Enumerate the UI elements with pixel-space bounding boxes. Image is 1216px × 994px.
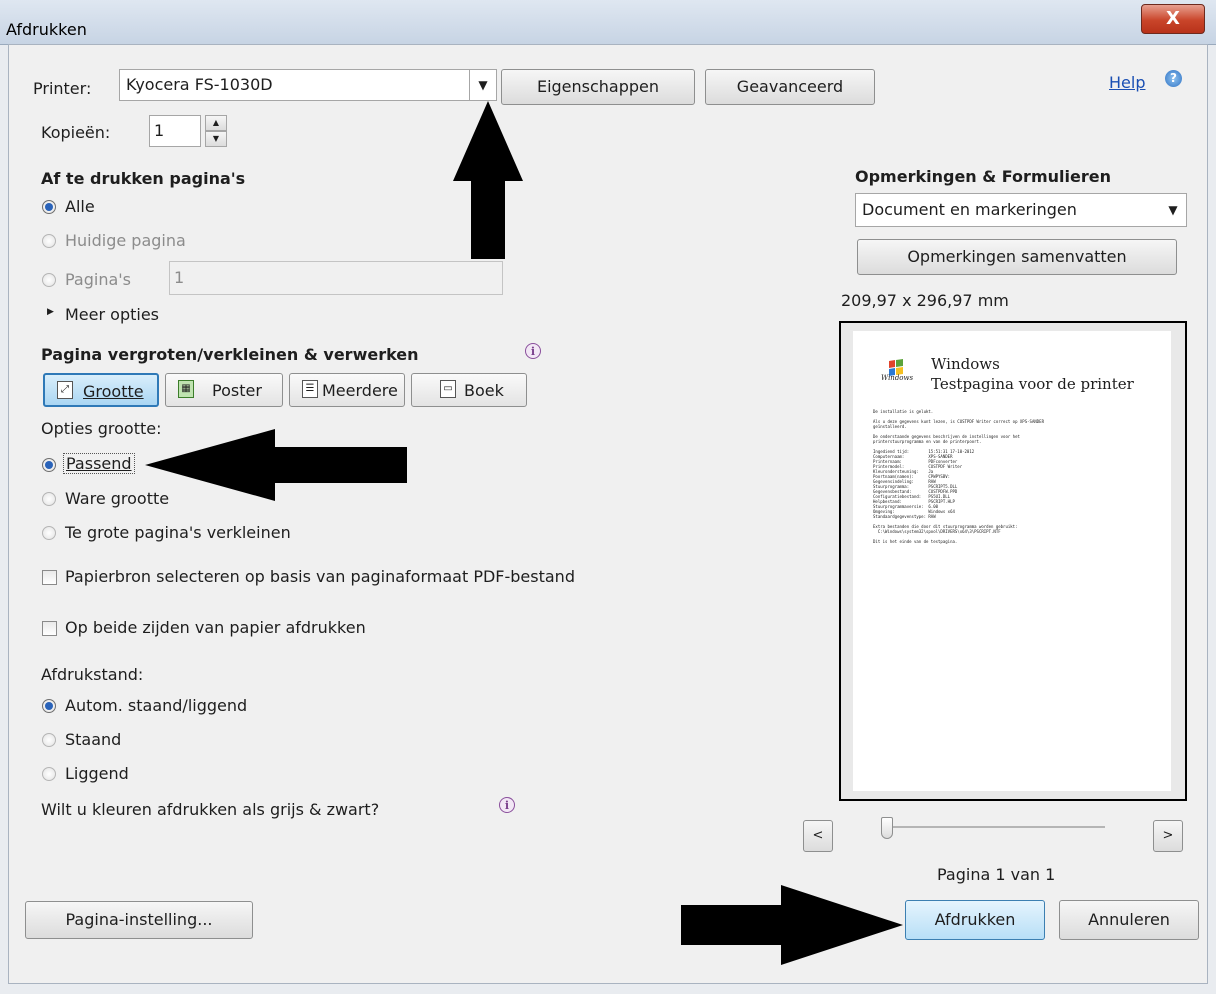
pages-heading: Af te drukken pagina's bbox=[41, 169, 246, 188]
printer-label: Printer: bbox=[33, 79, 92, 98]
triangle-right-icon[interactable]: ▶ bbox=[47, 307, 54, 317]
chevron-down-icon[interactable]: ▼ bbox=[1160, 194, 1186, 226]
orientation-auto-radio[interactable] bbox=[42, 699, 56, 713]
title-bar: Afdrukken X bbox=[0, 0, 1216, 45]
copies-label: Kopieën: bbox=[41, 123, 111, 142]
page-slider-thumb[interactable] bbox=[881, 817, 893, 839]
duplex-checkbox[interactable] bbox=[42, 621, 57, 636]
help-link[interactable]: Help bbox=[1109, 73, 1145, 92]
preview-page: Windows Windows Testpagina voor de print… bbox=[853, 331, 1171, 791]
testpage-line: printerstuurprogramma en van de printerp… bbox=[873, 439, 982, 444]
print-button[interactable]: Afdrukken bbox=[905, 900, 1045, 940]
pages-current-label[interactable]: Huidige pagina bbox=[65, 231, 186, 250]
testpage-line: C:\Windows\system32\spool\DRIVERS\x64\3\… bbox=[873, 529, 1001, 534]
pages-all-label[interactable]: Alle bbox=[65, 197, 95, 216]
tab-meerdere-label: Meerdere bbox=[322, 381, 398, 400]
orientation-portrait-label[interactable]: Staand bbox=[65, 730, 121, 749]
pages-range-radio[interactable] bbox=[42, 273, 56, 287]
resize-icon: ⤢ bbox=[57, 381, 73, 399]
testpage-title-line2: Testpagina voor de printer bbox=[931, 375, 1134, 393]
testpage-line: geïnstalleerd. bbox=[873, 424, 907, 429]
copies-input[interactable]: 1 bbox=[149, 115, 201, 147]
properties-button[interactable]: Eigenschappen bbox=[501, 69, 695, 105]
grayscale-question: Wilt u kleuren afdrukken als grijs & zwa… bbox=[41, 800, 380, 819]
close-button[interactable]: X bbox=[1141, 4, 1205, 34]
pages-all-radio[interactable] bbox=[42, 200, 56, 214]
black-arrow-icon bbox=[681, 885, 903, 965]
comments-selected-value: Document en markeringen bbox=[862, 200, 1077, 219]
duplex-label[interactable]: Op beide zijden van papier afdrukken bbox=[65, 618, 366, 637]
windows-logo-icon: Windows bbox=[881, 359, 914, 382]
orientation-auto-label[interactable]: Autom. staand/liggend bbox=[65, 696, 247, 715]
comments-select[interactable]: Document en markeringen ▼ bbox=[855, 193, 1187, 227]
black-arrow-icon bbox=[145, 429, 407, 501]
page-indicator: Pagina 1 van 1 bbox=[937, 865, 1056, 884]
poster-icon: ▦ bbox=[178, 380, 194, 398]
tab-poster[interactable]: ▦ Poster bbox=[165, 373, 283, 407]
orientation-label: Afdrukstand: bbox=[41, 665, 144, 684]
print-dialog: Printer: Kyocera FS-1030D ▼ Eigenschappe… bbox=[8, 44, 1208, 984]
paper-source-label[interactable]: Papierbron selecteren op basis van pagin… bbox=[65, 567, 575, 586]
pages-range-input[interactable]: 1 bbox=[169, 261, 503, 295]
window-title: Afdrukken bbox=[6, 20, 87, 39]
copies-down-icon[interactable]: ▼ bbox=[205, 131, 227, 147]
cancel-button[interactable]: Annuleren bbox=[1059, 900, 1199, 940]
more-options-link[interactable]: Meer opties bbox=[65, 305, 159, 324]
pages-range-label[interactable]: Pagina's bbox=[65, 270, 131, 289]
page-slider-track[interactable] bbox=[887, 826, 1105, 828]
black-arrow-icon bbox=[453, 101, 523, 259]
pages-current-radio[interactable] bbox=[42, 234, 56, 248]
paper-dimensions: 209,97 x 296,97 mm bbox=[841, 291, 1009, 310]
summarize-comments-button[interactable]: Opmerkingen samenvatten bbox=[857, 239, 1177, 275]
info-icon[interactable]: i bbox=[499, 797, 515, 813]
previous-page-button[interactable]: < bbox=[803, 820, 833, 852]
book-icon: ▭ bbox=[440, 380, 456, 398]
help-icon[interactable]: ? bbox=[1165, 70, 1182, 87]
fit-label[interactable]: Passend bbox=[63, 453, 135, 474]
printer-select[interactable]: Kyocera FS-1030D ▼ bbox=[119, 69, 497, 101]
tab-boek[interactable]: ▭ Boek bbox=[411, 373, 527, 407]
tab-grootte[interactable]: ⤢ Grootte bbox=[43, 373, 159, 407]
fit-radio[interactable] bbox=[42, 458, 56, 472]
page-setup-button[interactable]: Pagina-instelling... bbox=[25, 901, 253, 939]
actual-size-radio[interactable] bbox=[42, 492, 56, 506]
print-preview: Windows Windows Testpagina voor de print… bbox=[839, 321, 1187, 801]
testpage-line: De installatie is gelukt. bbox=[873, 409, 934, 414]
tab-grootte-label: Grootte bbox=[83, 382, 144, 401]
info-icon[interactable]: i bbox=[525, 343, 541, 359]
size-options-label: Opties grootte: bbox=[41, 419, 162, 438]
testpage-title-line1: Windows bbox=[931, 355, 1000, 373]
sizing-heading: Pagina vergroten/verkleinen & verwerken bbox=[41, 345, 419, 364]
advanced-button[interactable]: Geavanceerd bbox=[705, 69, 875, 105]
tab-meerdere[interactable]: ☰ Meerdere bbox=[289, 373, 405, 407]
tab-poster-label: Poster bbox=[212, 381, 262, 400]
testpage-line: Standaardgegevenstype: RAW bbox=[873, 514, 936, 519]
tab-boek-label: Boek bbox=[464, 381, 504, 400]
shrink-radio[interactable] bbox=[42, 526, 56, 540]
comments-heading: Opmerkingen & Formulieren bbox=[855, 167, 1111, 186]
next-page-button[interactable]: > bbox=[1153, 820, 1183, 852]
shrink-label[interactable]: Te grote pagina's verkleinen bbox=[65, 523, 291, 542]
printer-selected-value: Kyocera FS-1030D bbox=[126, 75, 273, 94]
orientation-landscape-radio[interactable] bbox=[42, 767, 56, 781]
paper-source-checkbox[interactable] bbox=[42, 570, 57, 585]
orientation-portrait-radio[interactable] bbox=[42, 733, 56, 747]
testpage-line: Dit is het einde van de testpagina. bbox=[873, 539, 958, 544]
orientation-landscape-label[interactable]: Liggend bbox=[65, 764, 129, 783]
chevron-down-icon[interactable]: ▼ bbox=[469, 70, 496, 100]
windows-logo-text: Windows bbox=[881, 374, 914, 382]
copies-up-icon[interactable]: ▲ bbox=[205, 115, 227, 131]
multiple-pages-icon: ☰ bbox=[302, 380, 318, 398]
